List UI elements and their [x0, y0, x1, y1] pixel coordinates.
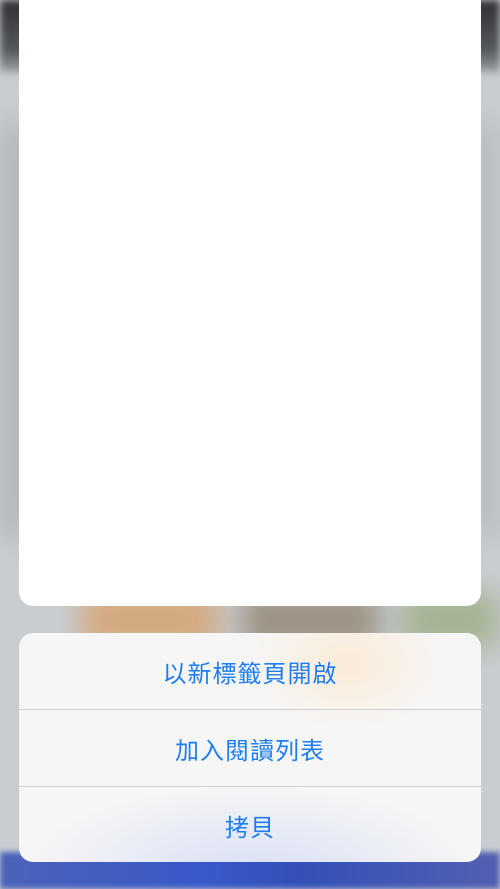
copy-button[interactable]: 拷貝 [19, 787, 481, 862]
add-to-reading-list-button[interactable]: 加入閱讀列表 [19, 710, 481, 786]
open-in-new-tab-button[interactable]: 以新標籤頁開啟 [19, 633, 481, 709]
peek-action-menu: 以新標籤頁開啟 加入閱讀列表 拷貝 [19, 633, 481, 862]
link-preview-card[interactable] [19, 0, 481, 606]
